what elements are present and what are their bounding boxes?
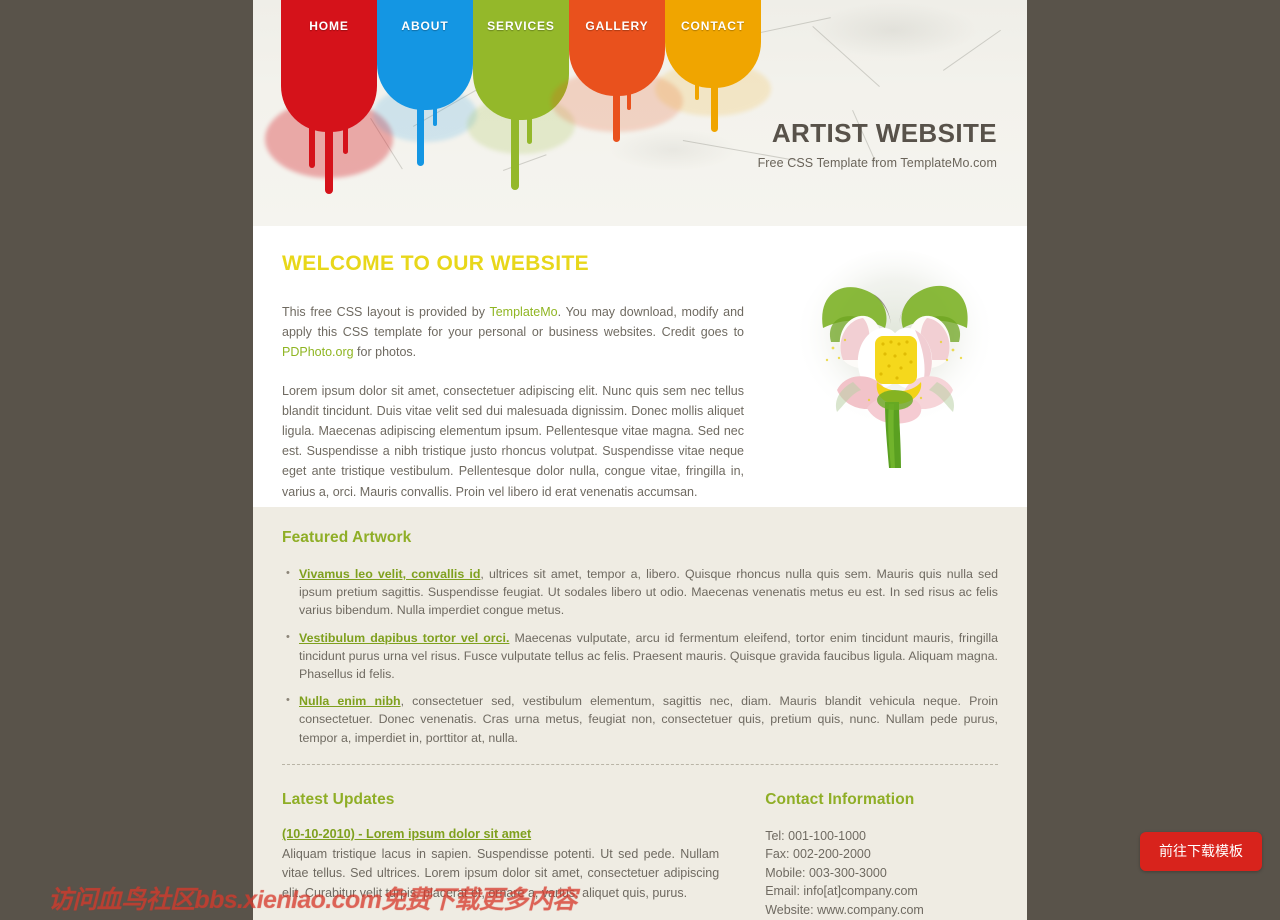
featured-item-link-3[interactable]: Nulla enim nibh bbox=[299, 694, 401, 708]
paint-blob-contact bbox=[665, 0, 761, 88]
main-navigation[interactable]: HOME ABOUT SERVICES GALLERY CONTACT bbox=[265, 0, 1001, 200]
contact-information-section: Contact Information Tel: 001-100-1000 Fa… bbox=[765, 791, 998, 920]
welcome-text-column: WELCOME TO OUR WEBSITE This free CSS lay… bbox=[282, 252, 744, 520]
paint-drip-services-1 bbox=[511, 114, 519, 190]
paint-drip-gallery-2 bbox=[627, 90, 631, 110]
featured-item-link-2[interactable]: Vestibulum dapibus tortor vel orci. bbox=[299, 631, 509, 645]
nav-link-home[interactable]: HOME bbox=[281, 19, 377, 33]
paint-drip-services-2 bbox=[527, 114, 532, 144]
featured-item-link-1[interactable]: Vivamus leo velit, convallis id bbox=[299, 567, 480, 581]
nav-link-services[interactable]: SERVICES bbox=[473, 19, 569, 33]
lotus-flower-image bbox=[781, 232, 1009, 482]
latest-updates-heading: Latest Updates bbox=[282, 790, 395, 808]
nav-item-gallery[interactable]: GALLERY bbox=[551, 0, 683, 142]
featured-artwork-section: Featured Artwork Vivamus leo velit, conv… bbox=[282, 529, 998, 747]
templatemo-link[interactable]: TemplateMo bbox=[489, 305, 557, 319]
contact-email: Email: info[at]company.com bbox=[765, 884, 918, 899]
lower-content-section: Featured Artwork Vivamus leo velit, conv… bbox=[253, 507, 1027, 920]
pdphoto-link[interactable]: PDPhoto.org bbox=[282, 345, 354, 359]
nav-item-home[interactable]: HOME bbox=[265, 0, 393, 194]
welcome-section: WELCOME TO OUR WEBSITE This free CSS lay… bbox=[253, 226, 1027, 507]
update-entry-body-1: Aliquam tristique lacus in sapien. Suspe… bbox=[282, 846, 720, 901]
welcome-body-paragraph: Lorem ipsum dolor sit amet, consectetuer… bbox=[282, 383, 744, 499]
nav-link-gallery[interactable]: GALLERY bbox=[569, 19, 665, 33]
paint-drip-home-3 bbox=[343, 126, 348, 154]
welcome-heading: WELCOME TO OUR WEBSITE bbox=[282, 252, 590, 275]
intro-suffix: for photos. bbox=[353, 345, 417, 360]
page-title: ARTIST WEBSITE bbox=[771, 118, 997, 148]
two-column-footer-area: Latest Updates (10-10-2010) - Lorem ipsu… bbox=[282, 791, 998, 920]
intro-prefix: This free CSS layout is provided by bbox=[282, 305, 490, 319]
featured-item-text-3: , consectetuer sed, vestibulum elementum… bbox=[299, 694, 998, 745]
site-header: HOME ABOUT SERVICES GALLERY CONTACT ARTI… bbox=[253, 0, 1027, 226]
update-entry-title-1[interactable]: (10-10-2010) - Lorem ipsum dolor sit ame… bbox=[282, 827, 719, 841]
contact-fax: Fax: 002-200-2000 bbox=[765, 847, 871, 862]
paint-blob-gallery bbox=[569, 0, 665, 96]
paint-drip-home-2 bbox=[325, 126, 333, 194]
contact-website: Website: www.company.com bbox=[765, 902, 924, 917]
nav-link-about[interactable]: ABOUT bbox=[377, 19, 473, 33]
nav-item-contact[interactable]: CONTACT bbox=[655, 0, 771, 132]
paint-drip-about-1 bbox=[417, 104, 424, 166]
list-item: Vivamus leo velit, convallis id, ultrice… bbox=[286, 564, 998, 620]
paint-drip-home-1 bbox=[309, 126, 315, 168]
paint-blob-about bbox=[377, 0, 473, 110]
nav-item-about[interactable]: ABOUT bbox=[373, 0, 477, 166]
list-item: Nulla enim nibh, consectetuer sed, vesti… bbox=[286, 691, 998, 747]
contact-mobile: Mobile: 003-300-3000 bbox=[765, 865, 887, 880]
latest-updates-section: Latest Updates (10-10-2010) - Lorem ipsu… bbox=[282, 791, 719, 920]
list-item: Vestibulum dapibus tortor vel orci. Maec… bbox=[286, 628, 998, 684]
site-title-block: ARTIST WEBSITE Free CSS Template from Te… bbox=[567, 118, 997, 170]
contact-information-heading: Contact Information bbox=[765, 790, 915, 808]
featured-artwork-list: Vivamus leo velit, convallis id, ultrice… bbox=[282, 564, 998, 747]
welcome-intro-paragraph: This free CSS layout is provided by Temp… bbox=[282, 302, 744, 363]
featured-artwork-heading: Featured Artwork bbox=[282, 529, 412, 546]
site-tagline: Free CSS Template from TemplateMo.com bbox=[757, 156, 997, 170]
paint-drip-contact-2 bbox=[695, 82, 699, 100]
contact-tel: Tel: 001-100-1000 bbox=[765, 828, 866, 843]
nav-link-contact[interactable]: CONTACT bbox=[665, 19, 761, 33]
section-divider bbox=[282, 763, 998, 765]
download-template-button[interactable]: 前往下载模板 bbox=[1140, 832, 1262, 871]
paint-drip-about-2 bbox=[433, 104, 437, 126]
website-page: HOME ABOUT SERVICES GALLERY CONTACT ARTI… bbox=[253, 0, 1027, 920]
